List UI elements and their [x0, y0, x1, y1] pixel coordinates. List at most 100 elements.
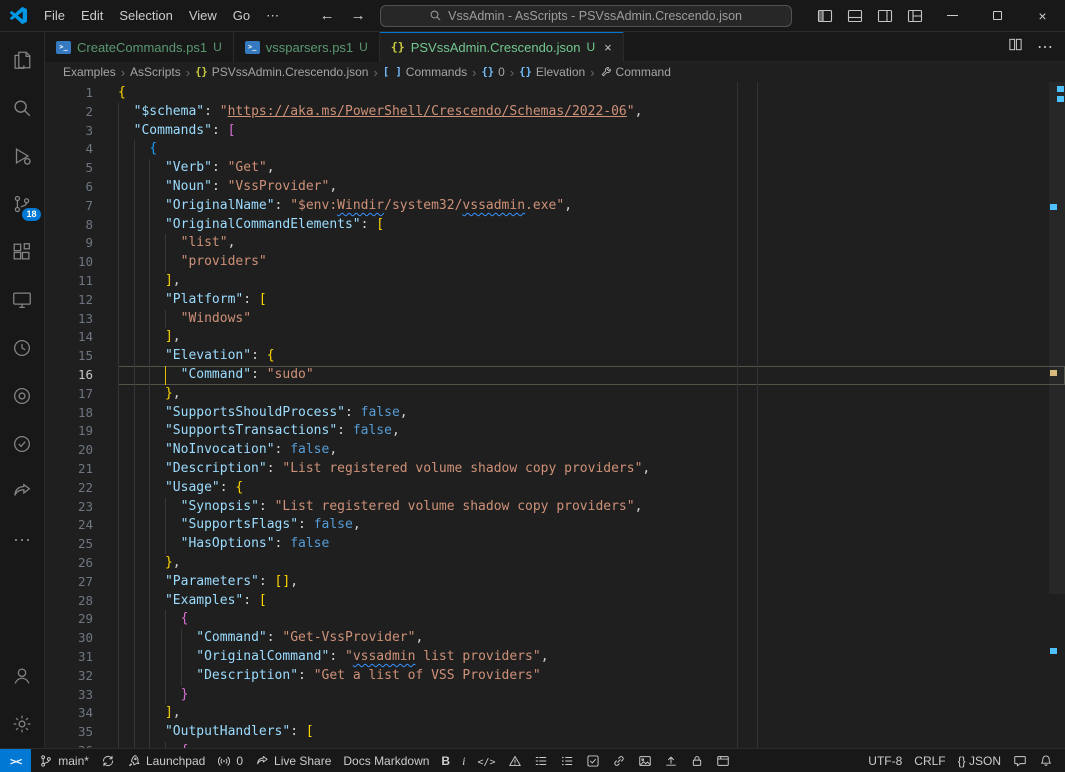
- menu-selection[interactable]: Selection: [111, 5, 180, 26]
- code-line-17[interactable]: 17 },: [45, 385, 1065, 404]
- editor[interactable]: 1{2 "$schema": "https://aka.ms/PowerShel…: [45, 82, 1065, 748]
- status-broadcast[interactable]: 0: [211, 749, 249, 772]
- line-number[interactable]: 21: [45, 460, 118, 479]
- line-number[interactable]: 20: [45, 441, 118, 460]
- code-line-2[interactable]: 2 "$schema": "https://aka.ms/PowerShell/…: [45, 103, 1065, 122]
- history-icon[interactable]: [0, 324, 45, 372]
- status-comment[interactable]: [1007, 749, 1033, 772]
- status-list-unordered[interactable]: [554, 749, 580, 772]
- code-line-16[interactable]: 16 "Command": "sudo": [45, 366, 1065, 385]
- status-sync[interactable]: [95, 749, 121, 772]
- status-docs-markdown[interactable]: Docs Markdown: [337, 749, 435, 772]
- test-explorer-icon[interactable]: [0, 420, 45, 468]
- breadcrumb-examples[interactable]: Examples: [62, 65, 117, 79]
- code-line-25[interactable]: 25 "HasOptions": false: [45, 535, 1065, 554]
- close-tab-icon[interactable]: ×: [604, 40, 612, 55]
- code-line-10[interactable]: 10 "providers": [45, 253, 1065, 272]
- status-preview[interactable]: [710, 749, 736, 772]
- line-number[interactable]: 19: [45, 422, 118, 441]
- run-debug-icon[interactable]: [0, 132, 45, 180]
- menu-edit[interactable]: Edit: [73, 5, 111, 26]
- menu-file[interactable]: File: [36, 5, 73, 26]
- line-number[interactable]: 24: [45, 516, 118, 535]
- line-number[interactable]: 33: [45, 686, 118, 705]
- toggle-primary-sidebar-icon[interactable]: [810, 0, 840, 31]
- status-encoding[interactable]: UTF-8: [862, 749, 908, 772]
- code-line-6[interactable]: 6 "Noun": "VssProvider",: [45, 178, 1065, 197]
- status-lock[interactable]: [684, 749, 710, 772]
- code-line-19[interactable]: 19 "SupportsTransactions": false,: [45, 422, 1065, 441]
- more-menu-icon[interactable]: ⋯: [258, 5, 287, 27]
- maximize-button[interactable]: [975, 0, 1020, 31]
- minimize-button[interactable]: [930, 0, 975, 31]
- target-icon[interactable]: [0, 372, 45, 420]
- breadcrumb-commands[interactable]: [ ]Commands: [382, 65, 468, 79]
- status-bell[interactable]: [1033, 749, 1059, 772]
- account-icon[interactable]: [0, 652, 45, 700]
- line-number[interactable]: 5: [45, 159, 118, 178]
- line-number[interactable]: 1: [45, 84, 118, 103]
- explorer-icon[interactable]: [0, 36, 45, 84]
- line-number[interactable]: 25: [45, 535, 118, 554]
- line-number[interactable]: 3: [45, 122, 118, 141]
- overview-ruler[interactable]: [1049, 82, 1065, 748]
- remote-explorer-icon[interactable]: [0, 276, 45, 324]
- search-icon[interactable]: [0, 84, 45, 132]
- line-number[interactable]: 13: [45, 310, 118, 329]
- menu-go[interactable]: Go: [225, 5, 258, 26]
- code-line-23[interactable]: 23 "Synopsis": "List registered volume s…: [45, 498, 1065, 517]
- settings-gear-icon[interactable]: [0, 700, 45, 748]
- toggle-secondary-sidebar-icon[interactable]: [870, 0, 900, 31]
- forward-icon[interactable]: →: [351, 7, 366, 24]
- line-number[interactable]: 17: [45, 385, 118, 404]
- tab-psvssadmin.crescendo.json[interactable]: {}PSVssAdmin.Crescendo.jsonU×: [380, 32, 624, 62]
- status-code[interactable]: </>: [471, 749, 501, 772]
- code-line-35[interactable]: 35 "OutputHandlers": [: [45, 723, 1065, 742]
- line-number[interactable]: 2: [45, 103, 118, 122]
- line-number[interactable]: 14: [45, 328, 118, 347]
- status-bold[interactable]: B: [435, 749, 456, 772]
- status-live-share[interactable]: Live Share: [249, 749, 337, 772]
- customize-layout-icon[interactable]: [900, 0, 930, 31]
- status-link[interactable]: [606, 749, 632, 772]
- code-line-21[interactable]: 21 "Description": "List registered volum…: [45, 460, 1065, 479]
- code-line-11[interactable]: 11 ],: [45, 272, 1065, 291]
- status-list-ordered[interactable]: [528, 749, 554, 772]
- code-line-24[interactable]: 24 "SupportsFlags": false,: [45, 516, 1065, 535]
- line-number[interactable]: 7: [45, 197, 118, 216]
- split-editor-icon[interactable]: [1008, 37, 1023, 57]
- line-number[interactable]: 35: [45, 723, 118, 742]
- extensions-icon[interactable]: [0, 228, 45, 276]
- code-line-13[interactable]: 13 "Windows": [45, 310, 1065, 329]
- code-line-15[interactable]: 15 "Elevation": {: [45, 347, 1065, 366]
- command-center[interactable]: VssAdmin - AsScripts - PSVssAdmin.Cresce…: [380, 5, 792, 27]
- code-line-30[interactable]: 30 "Command": "Get-VssProvider",: [45, 629, 1065, 648]
- line-number[interactable]: 12: [45, 291, 118, 310]
- scrollbar-slider[interactable]: [1049, 82, 1065, 594]
- code-line-3[interactable]: 3 "Commands": [: [45, 122, 1065, 141]
- status-image[interactable]: [632, 749, 658, 772]
- tab-createcommands.ps1[interactable]: >_CreateCommands.ps1U: [45, 32, 234, 62]
- line-number[interactable]: 10: [45, 253, 118, 272]
- code-line-7[interactable]: 7 "OriginalName": "$env:Windir/system32/…: [45, 197, 1065, 216]
- more-actions-icon[interactable]: ⋯: [1037, 37, 1053, 57]
- line-number[interactable]: 6: [45, 178, 118, 197]
- breadcrumb-asscripts[interactable]: AsScripts: [129, 65, 182, 79]
- code-line-12[interactable]: 12 "Platform": [: [45, 291, 1065, 310]
- breadcrumb-psvssadmin.crescendo.json[interactable]: {}PSVssAdmin.Crescendo.json: [194, 65, 369, 79]
- status-warning[interactable]: [502, 749, 528, 772]
- code-line-14[interactable]: 14 ],: [45, 328, 1065, 347]
- status-publish[interactable]: [658, 749, 684, 772]
- line-number[interactable]: 30: [45, 629, 118, 648]
- menu-view[interactable]: View: [181, 5, 225, 26]
- status-italic[interactable]: i: [456, 749, 471, 772]
- status-git-branch[interactable]: main*: [33, 749, 95, 772]
- line-number[interactable]: 27: [45, 573, 118, 592]
- line-number[interactable]: 16: [45, 366, 118, 385]
- code-line-4[interactable]: 4 {: [45, 140, 1065, 159]
- code-line-34[interactable]: 34 ],: [45, 704, 1065, 723]
- code-line-5[interactable]: 5 "Verb": "Get",: [45, 159, 1065, 178]
- status-rocket[interactable]: Launchpad: [121, 749, 211, 772]
- line-number[interactable]: 11: [45, 272, 118, 291]
- line-number[interactable]: 36: [45, 742, 118, 748]
